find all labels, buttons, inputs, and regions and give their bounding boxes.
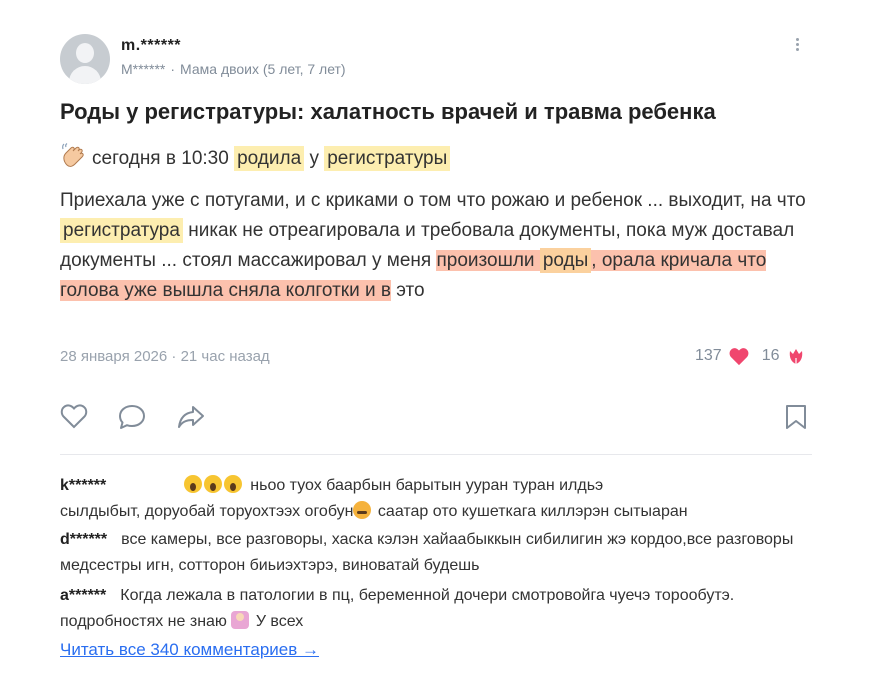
subline-separator: · bbox=[170, 61, 176, 77]
comment-username[interactable]: k****** bbox=[60, 477, 106, 494]
screaming-face-icon bbox=[224, 475, 243, 493]
excerpt-highlight-2a: произошли bbox=[436, 250, 540, 271]
comment-line: k****** ньоо туох баарбын барытын ууран т… bbox=[60, 473, 820, 499]
excerpt-part-1: Приехала уже с потугами, и с криками о т… bbox=[60, 190, 806, 211]
waving-hand-icon bbox=[62, 143, 84, 167]
author-username[interactable]: m.****** bbox=[121, 37, 181, 55]
bookmark-icon[interactable] bbox=[784, 403, 808, 431]
post-excerpt[interactable]: Приехала уже с потугами, и с криками о т… bbox=[60, 186, 820, 306]
post-meta: сегодня в 10:30 родила у регистратуры bbox=[60, 143, 451, 171]
comment-text: саатар ото кушеткага киллэрэн сытыаран bbox=[373, 503, 688, 520]
screaming-face-icon bbox=[184, 475, 203, 493]
meta-keyword-1: родила bbox=[234, 146, 305, 171]
post-actions bbox=[60, 403, 812, 433]
shrug-icon bbox=[231, 611, 250, 629]
comment-username[interactable]: a****** bbox=[60, 587, 106, 604]
comment-text: сылдыбыт, доруобай торуохтээх огобун bbox=[60, 503, 354, 520]
comment-text: У всех bbox=[251, 613, 304, 630]
heart-filled-icon[interactable] bbox=[728, 346, 750, 366]
meta-keyword-2: регистратуры bbox=[324, 146, 451, 171]
comment-text: Когда лежала в патологии в пц, беременно… bbox=[60, 587, 735, 630]
comment-item: k****** ньоо туох баарбын барытын ууран т… bbox=[60, 473, 820, 525]
likes-count: 137 bbox=[695, 347, 722, 364]
angry-face-icon bbox=[353, 501, 372, 519]
meta-word-2: у bbox=[309, 148, 319, 169]
comment-username[interactable]: d****** bbox=[60, 531, 107, 548]
excerpt-highlight-1: регистратура bbox=[60, 218, 183, 243]
avatar-body bbox=[69, 66, 101, 84]
comment-item: a****** Когда лежала в патологии в пц, бе… bbox=[60, 583, 820, 635]
read-all-comments-link[interactable]: Читать все 340 комментариев → bbox=[60, 640, 319, 660]
author-description: Мама двоих (5 лет, 7 лет) bbox=[180, 61, 346, 77]
author-subline: M****** · Мама двоих (5 лет, 7 лет) bbox=[121, 61, 346, 77]
avatar-head bbox=[76, 43, 94, 63]
comment-text: ньоо туох баарбын барытын ууран туран ил… bbox=[250, 477, 604, 494]
excerpt-highlight-2b: роды bbox=[539, 248, 592, 273]
post-date: 28 января 2026 · 21 час назад bbox=[60, 348, 270, 365]
screaming-face-icon bbox=[204, 475, 223, 493]
meta-time: сегодня в 10:30 bbox=[92, 148, 229, 169]
tulip-icon[interactable] bbox=[786, 346, 806, 366]
post-counts: 137 16 bbox=[695, 346, 806, 366]
avatar[interactable] bbox=[60, 34, 110, 84]
author-display-name[interactable]: M****** bbox=[121, 61, 165, 77]
divider bbox=[60, 454, 812, 455]
comment-line: сылдыбыт, доруобай торуохтээх огобун саа… bbox=[60, 499, 820, 525]
comment-icon[interactable] bbox=[117, 403, 147, 431]
excerpt-part-3: это bbox=[390, 280, 425, 301]
post-title[interactable]: Роды у регистратуры: халатность врачей и… bbox=[60, 99, 716, 125]
more-vertical-icon[interactable] bbox=[790, 36, 804, 58]
comment-item: d****** все камеры, все разговоры, хаска … bbox=[60, 527, 820, 579]
heart-outline-icon[interactable] bbox=[60, 403, 88, 429]
share-icon[interactable] bbox=[176, 403, 206, 431]
reactions-count: 16 bbox=[761, 347, 780, 364]
comment-text: все камеры, все разговоры, хаска кэлэн х… bbox=[60, 531, 794, 574]
